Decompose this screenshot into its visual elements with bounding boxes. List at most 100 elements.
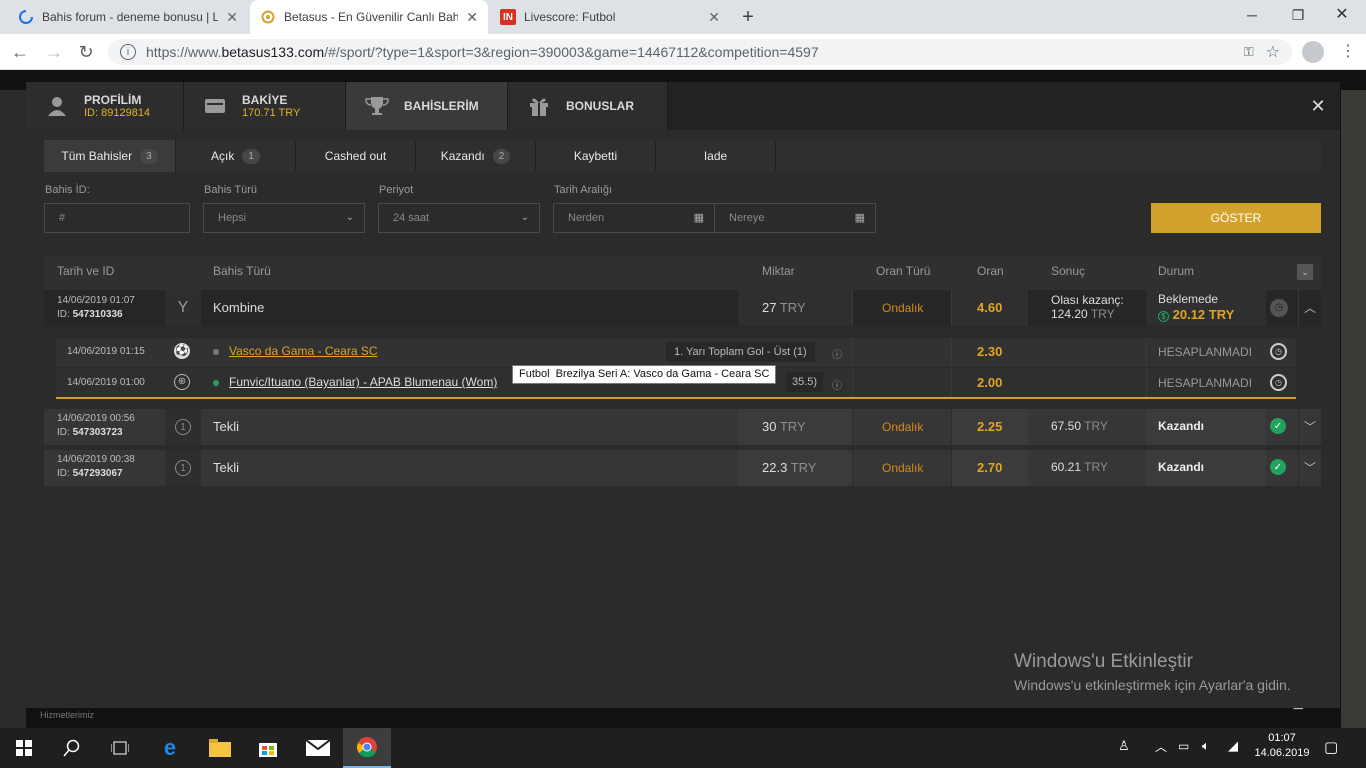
tray-chevron-icon[interactable]: ︿ bbox=[1155, 738, 1167, 755]
menu-dots-icon[interactable]: ⋮ bbox=[1340, 41, 1356, 63]
edge-icon[interactable]: e bbox=[146, 728, 194, 768]
bet-id-input[interactable]: # bbox=[44, 203, 190, 233]
reload-icon[interactable]: ↻ bbox=[74, 34, 98, 70]
filter-tab-refund[interactable]: Iade bbox=[656, 140, 776, 172]
close-tab-icon[interactable]: ✕ bbox=[708, 9, 720, 26]
file-explorer-icon[interactable] bbox=[196, 728, 244, 768]
cashout-amount[interactable]: 20.12 TRY bbox=[1173, 307, 1235, 322]
bet-id-label: Bahis İD: bbox=[45, 184, 90, 196]
collapse-all-icon[interactable]: ⌄ bbox=[1297, 264, 1313, 280]
store-icon[interactable] bbox=[244, 728, 292, 768]
date-from-input[interactable]: Nerden ▦ bbox=[553, 203, 715, 233]
key-icon[interactable]: ⚿ bbox=[1244, 44, 1254, 60]
combo-icon: Y bbox=[165, 290, 201, 326]
gift-icon bbox=[524, 91, 554, 121]
star-icon[interactable]: ☆ bbox=[1266, 42, 1280, 62]
tab-balance[interactable]: BAKİYE 170.71 TRY bbox=[184, 82, 346, 130]
info-icon[interactable]: i bbox=[120, 44, 136, 60]
browser-tab-bahis-forum[interactable]: Bahis forum - deneme bonusu | L ✕ bbox=[8, 0, 248, 34]
match-link[interactable]: Funvic/Ituano (Bayanlar) - APAB Blumenau… bbox=[229, 375, 497, 389]
bet-amount: 22.3 TRY bbox=[762, 460, 816, 475]
potential-win: Olası kazanç: 124.20 TRY bbox=[1051, 293, 1124, 321]
info-icon[interactable]: ⓘ bbox=[832, 346, 842, 361]
spinner-icon bbox=[18, 9, 34, 25]
chevron-up-icon[interactable]: ︿ bbox=[1298, 290, 1321, 326]
football-icon: ⚽ bbox=[174, 343, 190, 359]
bet-date: 14/06/2019 00:56 bbox=[57, 413, 135, 424]
notification-icon[interactable]: ▢ bbox=[1324, 738, 1338, 756]
browser-tab-livescore[interactable]: IN Livescore: Futbol ✕ bbox=[490, 0, 730, 34]
tab-profile[interactable]: PROFİLİM ID: 89129814 bbox=[26, 82, 184, 130]
date-to-input[interactable]: Nereye ▦ bbox=[714, 203, 876, 233]
match-tooltip: Futbol Brezilya Seri A: Vasco da Gama - … bbox=[512, 365, 777, 384]
filter-tab-label: Açık bbox=[211, 149, 235, 163]
new-tab-button[interactable]: + bbox=[736, 5, 760, 29]
col-status: Durum bbox=[1158, 264, 1195, 278]
minimize-button[interactable]: ─ bbox=[1232, 0, 1272, 30]
bet-type: Kombine bbox=[213, 300, 265, 315]
filter-tab-open[interactable]: Açık 1 bbox=[176, 140, 296, 172]
info-icon[interactable]: ⓘ bbox=[832, 377, 842, 392]
forward-icon[interactable]: → bbox=[42, 34, 66, 70]
windows-start-icon[interactable] bbox=[0, 728, 48, 768]
calendar-icon[interactable]: ▦ bbox=[694, 211, 704, 224]
date-from-placeholder: Nerden bbox=[568, 212, 605, 224]
filter-tab-cashed-out[interactable]: Cashed out bbox=[296, 140, 416, 172]
tab-title: Bahis forum - deneme bonusu | L bbox=[42, 10, 219, 24]
wifi-icon[interactable]: ◢ bbox=[1228, 738, 1238, 754]
bet-result: 60.21 TRY bbox=[1051, 460, 1108, 474]
filter-tab-all[interactable]: Tüm Bahisler 3 bbox=[44, 140, 176, 172]
bet-id-prefix: ID: bbox=[57, 468, 70, 479]
checkmark-icon: ✓ bbox=[1270, 418, 1286, 434]
bet-type-label: Bahis Türü bbox=[204, 184, 257, 196]
search-icon[interactable] bbox=[48, 728, 96, 768]
close-tab-icon[interactable]: ✕ bbox=[466, 9, 478, 26]
single-icon: 1 bbox=[165, 450, 201, 486]
tab-my-bets[interactable]: BAHİSLERİM bbox=[346, 82, 508, 130]
clock[interactable]: 01:07 14.06.2019 bbox=[1250, 731, 1314, 761]
odds-type: Ondalık bbox=[882, 420, 924, 434]
filter-tab-lost[interactable]: Kaybetti bbox=[536, 140, 656, 172]
filter-tab-label: Kazandı bbox=[440, 149, 485, 163]
cashout-coin-icon: $ bbox=[1158, 311, 1169, 322]
calendar-icon[interactable]: ▦ bbox=[855, 211, 865, 224]
mail-icon[interactable] bbox=[294, 728, 342, 768]
left-sidebar bbox=[0, 90, 26, 730]
volume-icon[interactable]: 🔈︎ bbox=[1202, 738, 1210, 754]
col-result: Sonuç bbox=[1051, 264, 1086, 278]
chrome-taskbar-icon[interactable] bbox=[343, 728, 391, 768]
back-icon[interactable]: ← bbox=[8, 34, 32, 70]
tab-bonuses[interactable]: BONUSLAR bbox=[508, 82, 668, 130]
match-link[interactable]: Vasco da Gama - Ceara SC bbox=[229, 344, 378, 358]
chevron-down-icon[interactable]: ﹀ bbox=[1298, 450, 1321, 486]
url-path: /#/sport/?type=1&sport=3&region=390003&g… bbox=[324, 44, 819, 60]
status-dot bbox=[213, 380, 219, 386]
selection-odds: 2.30 bbox=[977, 344, 1003, 359]
people-icon[interactable]: ♙ bbox=[1118, 738, 1130, 754]
url-prefix: https://www. bbox=[146, 44, 222, 60]
count-badge: 1 bbox=[242, 148, 260, 164]
activation-watermark-sub: Windows'u etkinleştirmek için Ayarlar'a … bbox=[1014, 677, 1291, 693]
filter-tab-won[interactable]: Kazandı 2 bbox=[416, 140, 536, 172]
sel-result-cell bbox=[1027, 338, 1147, 367]
restore-button[interactable]: ❐ bbox=[1278, 0, 1318, 30]
market-label: 1. Yarı Toplam Gol - Üst (1) bbox=[666, 342, 815, 362]
close-modal-icon[interactable]: ✕ bbox=[1306, 94, 1330, 118]
bet-id: ID: 547310336 bbox=[57, 308, 123, 322]
close-tab-icon[interactable]: ✕ bbox=[226, 9, 238, 26]
status-text: Beklemede bbox=[1158, 292, 1219, 306]
bet-amount: 27 TRY bbox=[762, 300, 806, 315]
chevron-down-icon[interactable]: ﹀ bbox=[1298, 409, 1321, 445]
profile-avatar-icon[interactable] bbox=[1302, 41, 1324, 63]
period-select[interactable]: 24 saat ⌄ bbox=[378, 203, 540, 233]
basketball-icon: ⊕ bbox=[174, 374, 190, 390]
battery-icon[interactable]: ▭ bbox=[1178, 739, 1189, 753]
close-window-button[interactable]: ✕ bbox=[1322, 0, 1362, 30]
browser-tab-bar: Bahis forum - deneme bonusu | L ✕ Betasu… bbox=[0, 0, 1366, 34]
bet-type-select[interactable]: Hepsi ⌄ bbox=[203, 203, 365, 233]
task-view-icon[interactable] bbox=[96, 728, 144, 768]
show-button[interactable]: GÖSTER bbox=[1151, 203, 1321, 233]
tab-profile-label: PROFİLİM bbox=[84, 92, 142, 107]
browser-tab-betasus[interactable]: Betasus - En Güvenilir Canlı Bahis ✕ bbox=[250, 0, 488, 34]
address-bar[interactable]: i https://www. betasus133.com/#/sport/?ty… bbox=[108, 39, 1292, 65]
